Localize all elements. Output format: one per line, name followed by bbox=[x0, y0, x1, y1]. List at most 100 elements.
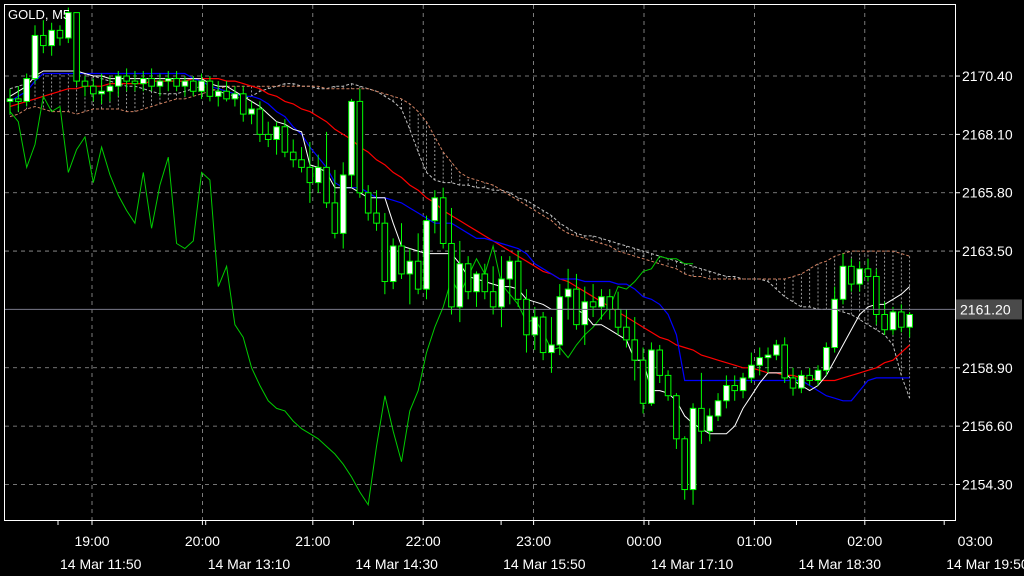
candle-body bbox=[656, 349, 664, 376]
candle[interactable] bbox=[823, 342, 830, 376]
candle-body bbox=[606, 296, 614, 310]
y-tick-label: 2158.90 bbox=[962, 360, 1013, 376]
candle-body bbox=[806, 374, 813, 381]
candle-body bbox=[681, 438, 689, 491]
candle-body bbox=[889, 311, 897, 331]
candle-body bbox=[248, 108, 255, 115]
candle-body bbox=[81, 80, 89, 87]
candle-body bbox=[15, 98, 22, 102]
y-tick-label: 2165.80 bbox=[962, 185, 1013, 201]
candle-body bbox=[898, 311, 905, 328]
candle[interactable] bbox=[539, 311, 547, 361]
candle-body bbox=[848, 265, 855, 285]
candle[interactable] bbox=[389, 238, 397, 290]
y-tick-label: 2168.10 bbox=[962, 126, 1013, 142]
candle-body bbox=[173, 78, 180, 87]
x-lower-label: 14 Mar 18:30 bbox=[799, 556, 882, 572]
candle-body bbox=[798, 374, 805, 389]
candle[interactable] bbox=[356, 88, 364, 198]
candle[interactable] bbox=[73, 12, 80, 87]
candle-body bbox=[856, 268, 863, 285]
candle-body bbox=[781, 344, 788, 379]
candle-body bbox=[114, 75, 122, 87]
x-upper-label: 02:00 bbox=[847, 533, 882, 549]
candle-body bbox=[181, 80, 189, 87]
x-lower-label: 14 Mar 17:10 bbox=[651, 556, 734, 572]
candle-body bbox=[123, 75, 130, 82]
candle-body bbox=[531, 316, 539, 336]
candle-body bbox=[448, 242, 455, 308]
candle-body bbox=[464, 263, 472, 293]
y-tick-label: 2154.30 bbox=[962, 476, 1013, 492]
candle-body bbox=[48, 29, 55, 47]
candle-body bbox=[631, 339, 639, 361]
candle-body bbox=[414, 260, 422, 290]
candle-body bbox=[139, 78, 147, 85]
candle-body bbox=[239, 93, 247, 115]
candle[interactable] bbox=[648, 342, 655, 406]
candle-body bbox=[831, 298, 838, 348]
candle-body bbox=[489, 291, 497, 308]
candle-body bbox=[23, 78, 30, 102]
candle-body bbox=[739, 377, 747, 392]
candle-body bbox=[723, 385, 730, 402]
candle-body bbox=[623, 326, 630, 341]
y-tick-label: 2156.60 bbox=[962, 418, 1013, 434]
candle-body bbox=[456, 263, 464, 308]
candle-body bbox=[614, 308, 622, 328]
candle-body bbox=[56, 29, 64, 39]
candle-body bbox=[556, 296, 564, 346]
candle-body bbox=[648, 349, 655, 404]
candle[interactable] bbox=[689, 403, 697, 505]
candle-body bbox=[673, 395, 680, 440]
candle-body bbox=[389, 245, 397, 283]
candle-body bbox=[423, 220, 430, 290]
candle-body bbox=[323, 166, 330, 204]
x-upper-label: 23:00 bbox=[516, 533, 551, 549]
candle-body bbox=[98, 90, 105, 95]
candle-body bbox=[506, 260, 514, 280]
x-lower-label: 14 Mar 11:50 bbox=[60, 556, 142, 572]
current-price-label: 2161.20 bbox=[960, 301, 1011, 317]
candle-body bbox=[748, 364, 755, 379]
candle-body bbox=[364, 192, 372, 214]
x-upper-label: 20:00 bbox=[185, 533, 220, 549]
candle-body bbox=[231, 93, 239, 100]
candle-body bbox=[789, 377, 797, 389]
candle-body bbox=[348, 100, 355, 176]
candle-body bbox=[764, 354, 772, 359]
x-upper-label: 01:00 bbox=[737, 533, 772, 549]
candle-body bbox=[6, 98, 14, 102]
candle-body bbox=[406, 260, 414, 275]
candle-body bbox=[873, 275, 880, 316]
candle-body bbox=[481, 273, 489, 293]
candle-body bbox=[639, 359, 647, 404]
candle-body bbox=[689, 407, 697, 491]
x-upper-label: 03:00 bbox=[958, 533, 993, 549]
candle[interactable] bbox=[348, 98, 355, 188]
x-lower-label: 14 Mar 14:30 bbox=[355, 556, 438, 572]
candle-body bbox=[664, 374, 672, 397]
candle-body bbox=[514, 260, 522, 300]
candle-body bbox=[539, 316, 547, 354]
candle-body bbox=[473, 273, 480, 293]
candle-body bbox=[189, 80, 197, 92]
candle-body bbox=[164, 78, 172, 82]
candle-body bbox=[289, 151, 297, 161]
candle-body bbox=[40, 34, 47, 47]
x-lower-label: 14 Mar 19:50 bbox=[946, 556, 1024, 572]
candle-body bbox=[598, 296, 605, 308]
candle[interactable] bbox=[23, 73, 30, 107]
x-upper-label: 22:00 bbox=[406, 533, 441, 549]
x-upper-label: 21:00 bbox=[295, 533, 330, 549]
candle[interactable] bbox=[423, 215, 430, 300]
candle-body bbox=[439, 197, 447, 244]
candle-body bbox=[814, 369, 822, 381]
price-chart[interactable]: 2161.20 2170.40 2168.10 2165.80 2163.50 2158… bbox=[0, 0, 1024, 576]
candle-body bbox=[698, 407, 705, 432]
candle-body bbox=[398, 245, 405, 275]
candle-body bbox=[714, 400, 722, 417]
candle-body bbox=[498, 278, 505, 308]
candle-body bbox=[839, 265, 847, 300]
candle-body bbox=[756, 357, 764, 366]
